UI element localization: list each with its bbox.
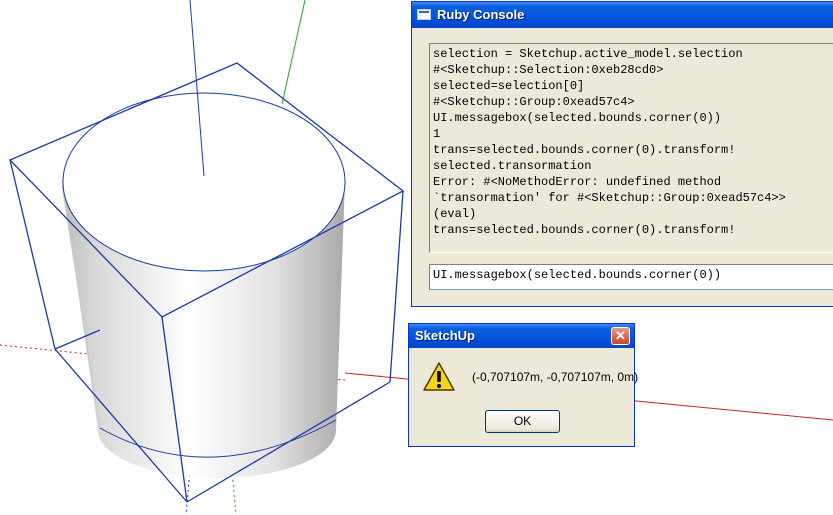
- console-line: trans=selected.bounds.corner(0).transfor…: [433, 143, 736, 157]
- console-line: selected.transormation: [433, 159, 592, 173]
- console-line: trans=selected.bounds.corner(0).transfor…: [433, 223, 736, 237]
- cylinder[interactable]: [61, 92, 346, 478]
- sketchup-message-dialog: SketchUp ✕ (-0,707107m, -0,707107m, 0m) …: [408, 323, 639, 447]
- ok-button[interactable]: OK: [485, 410, 560, 433]
- ruby-console-window: Ruby Console selection = Sketchup.active…: [411, 1, 833, 307]
- console-input[interactable]: UI.messagebox(selected.bounds.corner(0)): [429, 264, 833, 290]
- console-line: #<Sketchup::Selection:0xeb28cd0>: [433, 63, 664, 77]
- box-edge-left: [9, 159, 56, 350]
- console-line: selection = Sketchup.active_model.select…: [433, 47, 743, 61]
- box-edge-right: [389, 190, 404, 383]
- console-line: `transormation' for #<Sketchup::Group:0x…: [433, 191, 786, 205]
- green-axis: [281, 0, 306, 105]
- warning-icon: [423, 362, 455, 391]
- close-button[interactable]: ✕: [611, 327, 630, 345]
- dialog-title-bar[interactable]: SketchUp ✕: [409, 324, 634, 348]
- window-icon: [417, 9, 431, 20]
- dialog-message: (-0,707107m, -0,707107m, 0m): [472, 370, 639, 384]
- console-line: 1: [433, 127, 441, 141]
- console-line: (eval): [433, 207, 477, 221]
- console-line: selected=selection[0]: [433, 79, 585, 93]
- console-line: Error: #<NoMethodError: undefined method: [433, 175, 722, 189]
- console-output[interactable]: selection = Sketchup.active_model.select…: [429, 43, 833, 253]
- ruby-console-title: Ruby Console: [437, 7, 525, 22]
- blue-axis-negative: [185, 469, 191, 515]
- console-line: UI.messagebox(selected.bounds.corner(0)): [433, 111, 722, 125]
- console-line: #<Sketchup::Group:0xead57c4>: [433, 95, 635, 109]
- ruby-console-title-bar[interactable]: Ruby Console: [412, 2, 833, 28]
- dialog-title: SketchUp: [415, 328, 475, 343]
